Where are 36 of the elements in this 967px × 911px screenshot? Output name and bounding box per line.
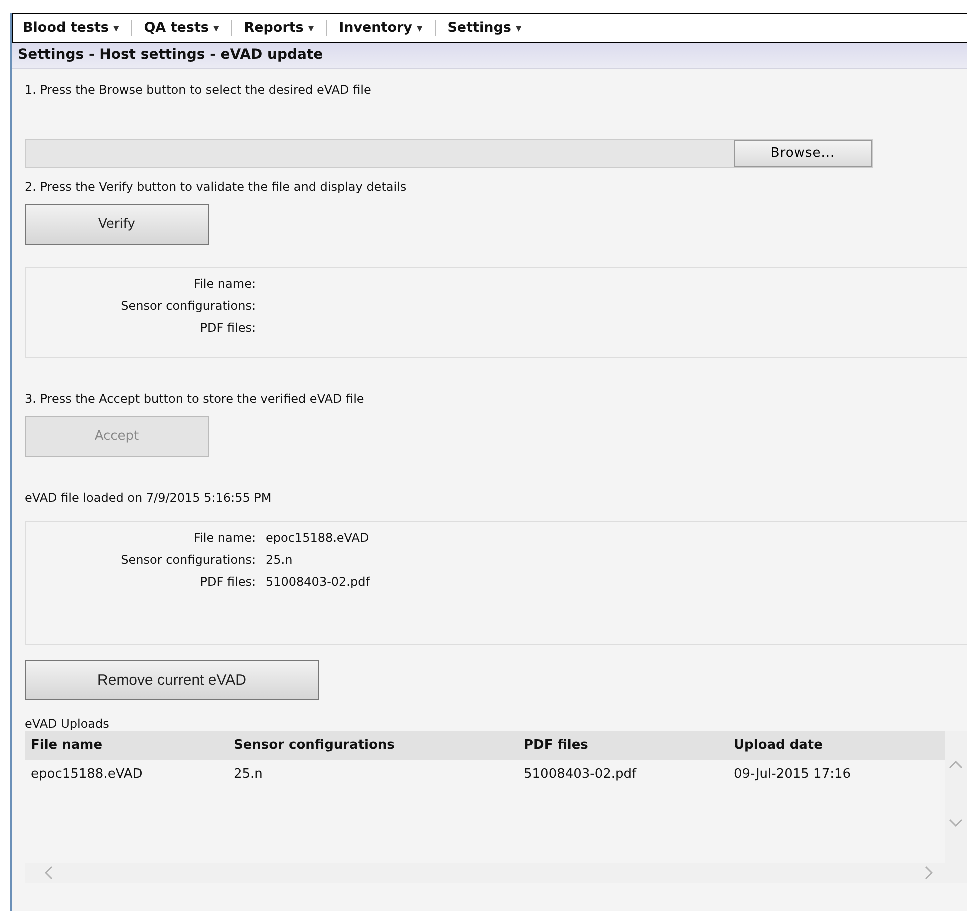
detail-label: PDF files: [199, 321, 256, 335]
table-cell-text: epoc15188.eVAD [31, 767, 144, 782]
instruction-text: 1. Press the Browse button to select the desired eVAD file [25, 83, 372, 99]
menu-item[interactable]: QA tests ▾ [140, 20, 224, 36]
column-header: PDF files [524, 738, 590, 753]
detail-value: 25.n [266, 553, 293, 567]
verify-button[interactable]: Verify [25, 204, 209, 245]
table-cell-text: 09-Jul-2015 17:16 [734, 767, 852, 782]
menu-item[interactable]: Settings ▾ [444, 20, 526, 36]
detail-value: epoc15188.eVAD [266, 531, 370, 545]
detail-label: Sensor configurations: [120, 299, 256, 313]
menu-item[interactable]: Blood tests ▾ [19, 20, 124, 36]
scroll-left-icon[interactable] [45, 866, 53, 880]
instruction-text: 3. Press the Accept button to store the verified eVAD file [25, 392, 364, 408]
column-header: Upload date [734, 738, 824, 753]
detail-label: Sensor configurations: [120, 553, 256, 567]
page-title: Settings - Host settings - eVAD update [12, 43, 967, 69]
table-cell-text: 25.n [234, 767, 264, 782]
instruction-text: 2. Press the Verify button to validate the file and display details [25, 180, 407, 196]
detail-label: File name: [193, 531, 256, 545]
menu-item[interactable]: Inventory ▾ [335, 20, 427, 36]
detail-value: 51008403-02.pdf [266, 575, 370, 589]
file-path-field[interactable]: Browse... [25, 139, 873, 168]
table-cell-text: 51008403-02.pdf [524, 767, 638, 782]
uploads-title: eVAD Uploads [25, 717, 110, 731]
scroll-right-icon[interactable] [925, 866, 933, 880]
loaded-status-text: eVAD file loaded on 7/9/2015 5:16:55 PM [25, 491, 272, 507]
detail-label: PDF files: [199, 575, 256, 589]
menu-item[interactable]: Reports ▾ [240, 20, 318, 36]
browse-button[interactable]: Browse... [734, 140, 872, 167]
remove-button[interactable]: Remove current eVAD [25, 660, 319, 700]
scroll-down-icon[interactable] [949, 819, 963, 827]
column-header: File name [31, 738, 104, 753]
column-header: Sensor configurations [234, 738, 396, 753]
scroll-up-icon[interactable] [949, 761, 963, 769]
detail-label: File name: [193, 277, 256, 291]
